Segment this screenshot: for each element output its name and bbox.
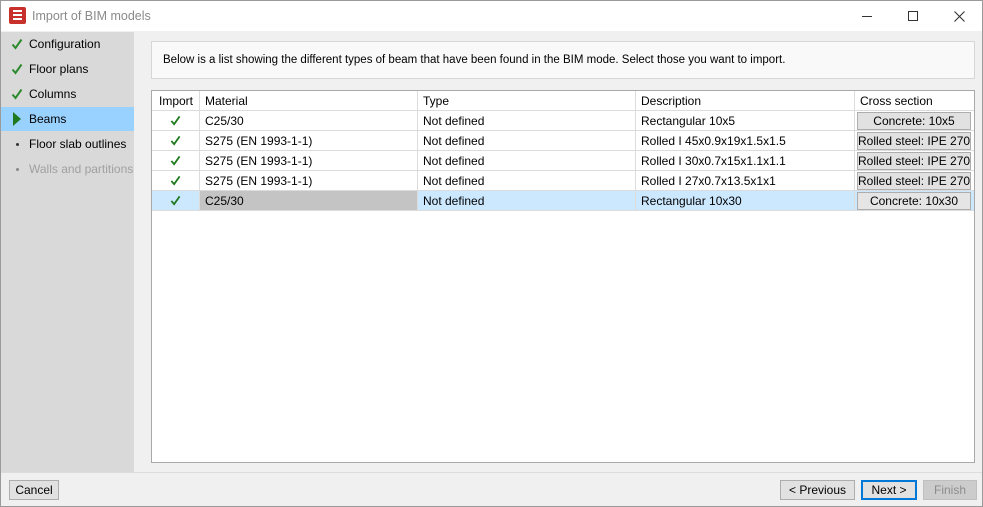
import-checkbox[interactable]	[152, 111, 200, 131]
cross-section-cell: Concrete: 10x30	[855, 191, 974, 211]
table-row[interactable]: S275 (EN 1993-1-1) Not defined Rolled I …	[152, 131, 974, 151]
bullet-icon	[10, 162, 24, 176]
type-cell[interactable]: Not defined	[418, 191, 636, 211]
cross-section-button[interactable]: Concrete: 10x30	[857, 192, 971, 210]
checkmark-icon	[170, 175, 181, 186]
table-row-selected[interactable]: C25/30 Not defined Rectangular 10x30 Con…	[152, 191, 974, 211]
import-checkbox[interactable]	[152, 171, 200, 191]
footer-divider	[1, 472, 982, 473]
close-button[interactable]	[936, 1, 982, 31]
checkmark-icon	[10, 62, 24, 76]
instructions-panel: Below is a list showing the different ty…	[151, 41, 975, 79]
table-row[interactable]: S275 (EN 1993-1-1) Not defined Rolled I …	[152, 171, 974, 191]
instructions-text: Below is a list showing the different ty…	[163, 54, 786, 66]
step-label: Configuration	[29, 37, 101, 51]
description-cell[interactable]: Rolled I 27x0.7x13.5x1x1	[636, 171, 855, 191]
cross-section-cell: Rolled steel: IPE 270	[855, 131, 974, 151]
cross-section-button[interactable]: Concrete: 10x5	[857, 112, 971, 130]
checkmark-icon	[10, 87, 24, 101]
step-label: Floor plans	[29, 62, 89, 76]
checkmark-icon	[170, 155, 181, 166]
step-walls-and-partitions: Walls and partitions	[1, 157, 134, 181]
column-header-import[interactable]: Import	[152, 91, 200, 111]
step-label: Beams	[29, 112, 67, 126]
minimize-button[interactable]	[844, 1, 890, 31]
wizard-steps-sidebar: Configuration Floor plans Columns Beams …	[1, 32, 134, 472]
step-label: Walls and partitions	[29, 162, 134, 176]
arrow-right-icon	[10, 112, 24, 126]
step-floor-slab-outlines[interactable]: Floor slab outlines	[1, 132, 134, 156]
finish-button: Finish	[923, 480, 977, 500]
cross-section-cell: Rolled steel: IPE 270	[855, 171, 974, 191]
cancel-button[interactable]: Cancel	[9, 480, 59, 500]
checkmark-icon	[170, 195, 181, 206]
step-configuration[interactable]: Configuration	[1, 32, 134, 56]
import-bim-dialog: Import of BIM models Configuration Floor…	[0, 0, 983, 507]
material-cell[interactable]: S275 (EN 1993-1-1)	[200, 131, 418, 151]
type-cell[interactable]: Not defined	[418, 151, 636, 171]
cross-section-button[interactable]: Rolled steel: IPE 270	[857, 152, 971, 170]
material-cell[interactable]: S275 (EN 1993-1-1)	[200, 171, 418, 191]
minimize-icon	[862, 15, 872, 17]
cross-section-button[interactable]: Rolled steel: IPE 270	[857, 172, 971, 190]
description-cell[interactable]: Rolled I 45x0.9x19x1.5x1.5	[636, 131, 855, 151]
step-label: Floor slab outlines	[29, 137, 127, 151]
app-logo-icon	[9, 7, 26, 24]
import-checkbox[interactable]	[152, 131, 200, 151]
import-checkbox[interactable]	[152, 151, 200, 171]
step-columns[interactable]: Columns	[1, 82, 134, 106]
step-beams[interactable]: Beams	[1, 107, 134, 131]
cross-section-button[interactable]: Rolled steel: IPE 270	[857, 132, 971, 150]
table-header: Import Material Type Description Cross s…	[152, 91, 974, 111]
table-row[interactable]: C25/30 Not defined Rectangular 10x5 Conc…	[152, 111, 974, 131]
import-checkbox[interactable]	[152, 191, 200, 211]
close-icon	[953, 10, 965, 22]
maximize-icon	[908, 11, 918, 21]
column-header-type[interactable]: Type	[418, 91, 636, 111]
type-cell[interactable]: Not defined	[418, 171, 636, 191]
cross-section-cell: Concrete: 10x5	[855, 111, 974, 131]
checkmark-icon	[170, 115, 181, 126]
table-row[interactable]: S275 (EN 1993-1-1) Not defined Rolled I …	[152, 151, 974, 171]
column-header-description[interactable]: Description	[636, 91, 855, 111]
type-cell[interactable]: Not defined	[418, 131, 636, 151]
material-cell[interactable]: S275 (EN 1993-1-1)	[200, 151, 418, 171]
description-cell[interactable]: Rolled I 30x0.7x15x1.1x1.1	[636, 151, 855, 171]
column-header-cross-section[interactable]: Cross section	[855, 91, 974, 111]
step-label: Columns	[29, 87, 77, 101]
maximize-button[interactable]	[890, 1, 936, 31]
description-cell[interactable]: Rectangular 10x5	[636, 111, 855, 131]
column-header-material[interactable]: Material	[200, 91, 418, 111]
checkmark-icon	[170, 135, 181, 146]
step-floor-plans[interactable]: Floor plans	[1, 57, 134, 81]
type-cell[interactable]: Not defined	[418, 111, 636, 131]
description-cell[interactable]: Rectangular 10x30	[636, 191, 855, 211]
previous-button[interactable]: < Previous	[780, 480, 855, 500]
cross-section-cell: Rolled steel: IPE 270	[855, 151, 974, 171]
window-title: Import of BIM models	[32, 9, 151, 23]
material-cell[interactable]: C25/30	[200, 191, 418, 211]
next-button[interactable]: Next >	[861, 480, 917, 500]
material-cell[interactable]: C25/30	[200, 111, 418, 131]
bullet-icon	[10, 137, 24, 151]
checkmark-icon	[10, 37, 24, 51]
beam-types-table: Import Material Type Description Cross s…	[151, 90, 975, 463]
title-bar: Import of BIM models	[1, 1, 982, 31]
